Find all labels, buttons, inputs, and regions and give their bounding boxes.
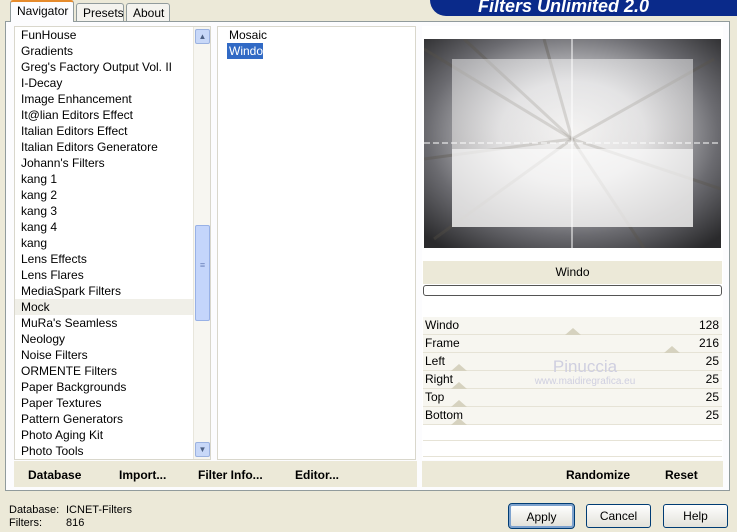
category-item[interactable]: kang xyxy=(15,235,210,251)
title-banner: Filters Unlimited 2.0 xyxy=(430,0,737,16)
category-item[interactable]: Paper Textures xyxy=(15,395,210,411)
database-label: Database: xyxy=(9,504,60,516)
category-scrollbar[interactable]: ▲ ≡ ▼ xyxy=(193,27,210,459)
empty-slider-row xyxy=(423,425,722,441)
tab-navigator[interactable]: Navigator xyxy=(10,0,74,22)
category-item[interactable]: Paper Backgrounds xyxy=(15,379,210,395)
category-item[interactable]: Lens Effects xyxy=(15,251,210,267)
category-item[interactable]: kang 2 xyxy=(15,187,210,203)
filters-count: 816 xyxy=(66,517,85,529)
slider-left[interactable]: Left 25 xyxy=(423,353,722,371)
slider-value: 216 xyxy=(698,336,719,350)
slider-value: 25 xyxy=(705,372,719,386)
category-item[interactable]: Greg's Factory Output Vol. II xyxy=(15,59,210,75)
slider-frame[interactable]: Frame 216 xyxy=(423,335,722,353)
apply-button[interactable]: Apply xyxy=(508,503,575,529)
category-item[interactable]: Johann's Filters xyxy=(15,155,210,171)
slider-bottom[interactable]: Bottom 25 xyxy=(423,407,722,425)
category-list[interactable]: FunHouse Gradients Greg's Factory Output V… xyxy=(14,26,211,460)
database-value: ICNET-Filters xyxy=(66,504,132,516)
database-button[interactable]: Database xyxy=(28,468,81,482)
scroll-down-button[interactable]: ▼ xyxy=(195,442,210,457)
preview-image[interactable] xyxy=(424,39,721,248)
category-item[interactable]: Lens Flares xyxy=(15,267,210,283)
scroll-up-button[interactable]: ▲ xyxy=(195,29,210,44)
category-item[interactable]: kang 3 xyxy=(15,203,210,219)
category-items: FunHouse Gradients Greg's Factory Output V… xyxy=(15,27,210,459)
category-item[interactable]: Italian Editors Generatore xyxy=(15,139,210,155)
filter-info-button[interactable]: Filter Info... xyxy=(198,468,263,482)
category-item[interactable]: MediaSpark Filters xyxy=(15,283,210,299)
category-item[interactable]: Pattern Generators xyxy=(15,411,210,427)
category-item[interactable]: FunHouse xyxy=(15,27,210,43)
category-item[interactable]: Image Enhancement xyxy=(15,91,210,107)
slider-thumb[interactable] xyxy=(451,418,468,425)
category-item[interactable]: It@lian Editors Effect xyxy=(15,107,210,123)
empty-slider-row xyxy=(423,441,722,457)
tab-about-label: About xyxy=(133,6,165,20)
tab-navigator-label: Navigator xyxy=(17,4,69,18)
slider-thumb[interactable] xyxy=(451,382,468,389)
import-button[interactable]: Import... xyxy=(119,468,166,482)
category-item[interactable]: Photo Aging Kit xyxy=(15,427,210,443)
slider-thumb[interactable] xyxy=(663,346,680,353)
category-item[interactable]: I-Decay xyxy=(15,75,210,91)
tab-about[interactable]: About xyxy=(126,3,170,22)
category-item[interactable]: Italian Editors Effect xyxy=(15,123,210,139)
slider-label: Windo xyxy=(425,318,460,332)
preview-graphic xyxy=(424,39,721,248)
right-button-bar: Randomize Reset xyxy=(422,461,723,487)
category-item[interactable]: ORMENTE Filters xyxy=(15,363,210,379)
slider-windo[interactable]: Windo 128 xyxy=(423,317,722,335)
slider-thumb[interactable] xyxy=(564,328,581,335)
category-item[interactable]: Mock xyxy=(15,299,210,315)
filter-name: Windo xyxy=(423,261,722,284)
slider-label: Left xyxy=(425,354,446,368)
slider-label: Top xyxy=(425,390,445,404)
filter-items: Mosaic Windo xyxy=(218,27,415,59)
category-item[interactable]: kang 4 xyxy=(15,219,210,235)
filter-item[interactable]: Mosaic xyxy=(227,27,267,43)
reset-button[interactable]: Reset xyxy=(665,468,698,482)
category-item[interactable]: Gradients xyxy=(15,43,210,59)
category-item[interactable]: Photo Tools xyxy=(15,443,210,459)
tab-presets-label: Presets xyxy=(83,6,124,20)
slider-value: 25 xyxy=(705,390,719,404)
category-item[interactable]: MuRa's Seamless xyxy=(15,315,210,331)
category-item[interactable]: Neology xyxy=(15,331,210,347)
left-button-bar: Database Import... Filter Info... Editor… xyxy=(14,461,417,487)
editor-button[interactable]: Editor... xyxy=(295,468,339,482)
slider-top[interactable]: Top 25 xyxy=(423,389,722,407)
filter-item[interactable]: Windo xyxy=(227,43,264,59)
category-item[interactable]: Noise Filters xyxy=(15,347,210,363)
slider-label: Frame xyxy=(425,336,460,350)
banner-title: Filters Unlimited 2.0 xyxy=(478,0,650,16)
filter-sliders: Windo 128 Frame 216 Left 25 Right 25 Top 25 Bottom… xyxy=(423,317,722,457)
slider-value: 128 xyxy=(698,318,719,332)
help-button[interactable]: Help xyxy=(663,504,728,528)
slider-thumb[interactable] xyxy=(451,400,468,407)
slider-value: 25 xyxy=(705,354,719,368)
filter-list[interactable]: Mosaic Windo xyxy=(217,26,416,460)
scroll-thumb[interactable]: ≡ xyxy=(195,225,210,321)
progress-bar xyxy=(423,285,722,296)
tab-presets[interactable]: Presets xyxy=(76,3,124,22)
slider-thumb[interactable] xyxy=(451,364,468,371)
slider-label: Right xyxy=(425,372,454,386)
slider-right[interactable]: Right 25 xyxy=(423,371,722,389)
randomize-button[interactable]: Randomize xyxy=(566,468,630,482)
category-item[interactable]: kang 1 xyxy=(15,171,210,187)
slider-value: 25 xyxy=(705,408,719,422)
cancel-button[interactable]: Cancel xyxy=(586,504,651,528)
filters-label: Filters: xyxy=(9,517,42,529)
